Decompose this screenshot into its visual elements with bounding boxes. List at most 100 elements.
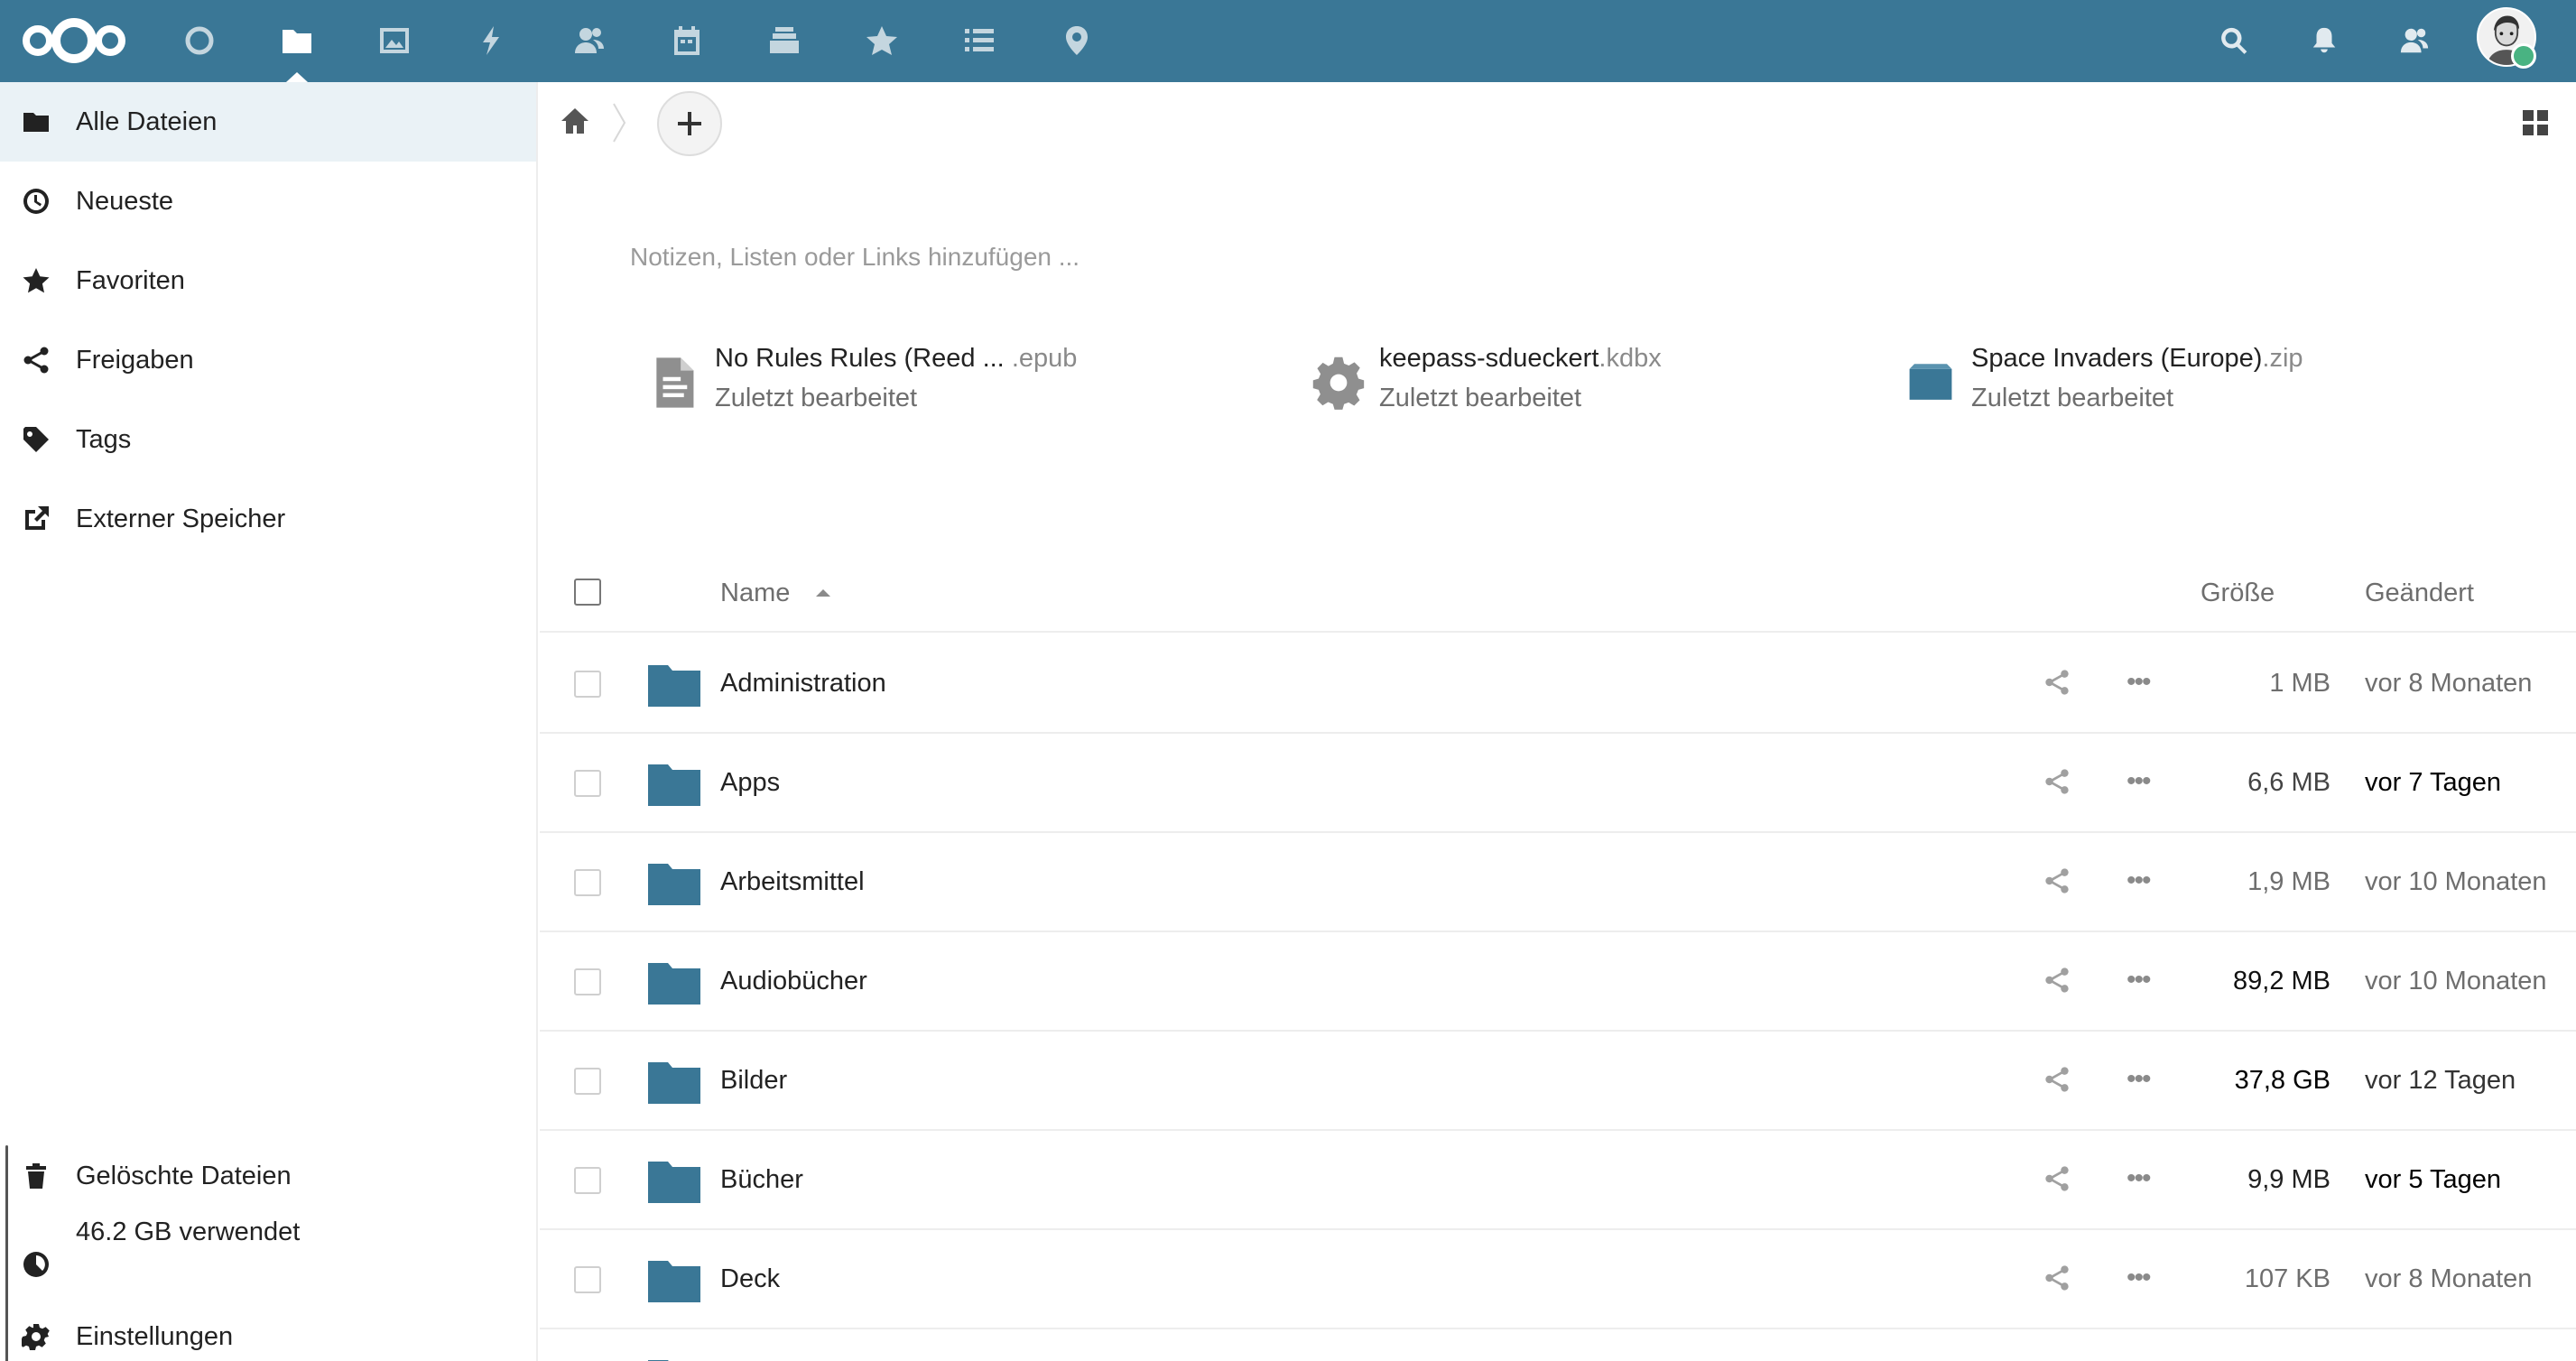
- file-size: 1 MB: [2269, 669, 2330, 698]
- folder-icon: [648, 959, 700, 1005]
- file-name[interactable]: Bilder: [720, 1066, 787, 1096]
- contacts-icon[interactable]: [565, 16, 614, 65]
- bookmarks-icon[interactable]: [857, 16, 906, 65]
- row-checkbox[interactable]: [574, 671, 601, 698]
- notifications-icon[interactable]: [2302, 18, 2347, 63]
- share-icon[interactable]: [2043, 1066, 2074, 1097]
- file-modified: vor 8 Monaten: [2365, 669, 2533, 698]
- file-modified: vor 7 Tagen: [2365, 768, 2502, 797]
- contacts-menu-icon[interactable]: [2392, 18, 2437, 63]
- file-name[interactable]: Deck: [720, 1264, 780, 1294]
- row-checkbox[interactable]: [574, 1068, 601, 1095]
- clock-icon: [20, 185, 52, 218]
- nav-item-label: Gelöschte Dateien: [76, 1161, 292, 1190]
- column-header-modified[interactable]: Geändert: [2365, 579, 2474, 608]
- recent-file[interactable]: keepass-sdueckert.kdbx Zuletzt bearbeite…: [1309, 344, 1814, 425]
- file-row[interactable]: Bilder ••• 37,8 GB vor 12 Tagen: [540, 1032, 2576, 1131]
- file-size: 107 KB: [2244, 1264, 2330, 1293]
- file-modified: vor 8 Monaten: [2365, 1264, 2533, 1293]
- more-actions-icon[interactable]: •••: [2127, 965, 2166, 995]
- activity-icon[interactable]: [468, 16, 516, 65]
- column-header-name[interactable]: Name: [720, 579, 790, 608]
- calendar-icon[interactable]: [663, 16, 711, 65]
- photos-icon[interactable]: [370, 16, 419, 65]
- select-all-checkbox[interactable]: [574, 579, 601, 606]
- trash-icon: [20, 1160, 52, 1192]
- recent-file[interactable]: No Rules Rules (Reed ... .epub Zuletzt b…: [644, 344, 1150, 425]
- nav-item-trash[interactable]: Gelöschte Dateien: [0, 1136, 536, 1216]
- recent-file-name: keepass-sdueckert.kdbx: [1379, 344, 1662, 373]
- nav-item-label: Externer Speicher: [76, 504, 286, 533]
- gear-icon: [20, 1320, 52, 1353]
- row-checkbox[interactable]: [574, 968, 601, 995]
- tasks-icon[interactable]: [955, 16, 1004, 65]
- file-row[interactable]: Arbeitsmittel ••• 1,9 MB vor 10 Monaten: [540, 833, 2576, 932]
- folder-icon: [648, 1356, 700, 1361]
- row-checkbox[interactable]: [574, 1167, 601, 1194]
- nav-item-all-files[interactable]: Alle Dateien: [0, 82, 536, 162]
- dashboard-icon[interactable]: [175, 16, 224, 65]
- file-row[interactable]: Dokumente ••• 8,1 GB vor 5 Monaten: [540, 1329, 2576, 1361]
- file-row[interactable]: Apps ••• 6,6 MB vor 7 Tagen: [540, 734, 2576, 833]
- more-actions-icon[interactable]: •••: [2127, 866, 2166, 896]
- row-checkbox[interactable]: [574, 869, 601, 896]
- folder-icon: [648, 860, 700, 905]
- gear-icon: [1309, 353, 1368, 412]
- nav-item-favorites[interactable]: Favoriten: [0, 241, 536, 320]
- search-icon[interactable]: [2211, 18, 2256, 63]
- share-icon[interactable]: [2043, 1264, 2074, 1295]
- pie-chart-icon: [20, 1248, 52, 1281]
- nav-item-external-storage[interactable]: Externer Speicher: [0, 479, 536, 559]
- file-size: 1,9 MB: [2247, 867, 2330, 896]
- share-icon[interactable]: [2043, 1165, 2074, 1196]
- home-icon[interactable]: [560, 106, 594, 140]
- file-name[interactable]: Audiobücher: [720, 967, 867, 996]
- more-actions-icon[interactable]: •••: [2127, 1064, 2166, 1095]
- external-link-icon: [20, 503, 52, 535]
- file-row[interactable]: Audiobücher ••• 89,2 MB vor 10 Monaten: [540, 932, 2576, 1032]
- deck-icon[interactable]: [760, 16, 809, 65]
- file-name[interactable]: Administration: [720, 669, 886, 699]
- file-row[interactable]: Administration ••• 1 MB vor 8 Monaten: [540, 634, 2576, 734]
- recent-file[interactable]: Space Invaders (Europe).zip Zuletzt bear…: [1901, 344, 2406, 425]
- more-actions-icon[interactable]: •••: [2127, 667, 2166, 698]
- more-actions-icon[interactable]: •••: [2127, 766, 2166, 797]
- quota-text: 46.2 GB verwendet: [76, 1217, 301, 1246]
- active-app-indicator: [286, 72, 308, 82]
- nav-item-recent[interactable]: Neueste: [0, 162, 536, 241]
- file-name[interactable]: Bücher: [720, 1165, 803, 1195]
- file-row[interactable]: Bücher ••• 9,9 MB vor 5 Tagen: [540, 1131, 2576, 1230]
- row-checkbox[interactable]: [574, 1266, 601, 1293]
- file-modified: vor 12 Tagen: [2365, 1066, 2516, 1095]
- share-icon[interactable]: [2043, 669, 2074, 699]
- nav-item-label: Einstellungen: [76, 1321, 234, 1351]
- grid-view-toggle-icon[interactable]: [2522, 109, 2551, 138]
- share-icon: [20, 344, 52, 376]
- share-icon[interactable]: [2043, 768, 2074, 799]
- nav-item-tags[interactable]: Tags: [0, 400, 536, 479]
- online-status-badge: [2511, 43, 2536, 69]
- app-navigation: Alle Dateien Neueste Favoriten Freigaben…: [0, 82, 538, 1361]
- folder-icon: [648, 761, 700, 806]
- share-icon[interactable]: [2043, 867, 2074, 898]
- file-name[interactable]: Arbeitsmittel: [720, 867, 865, 897]
- files-icon[interactable]: [273, 16, 321, 65]
- nav-item-settings[interactable]: Einstellungen: [0, 1297, 536, 1361]
- new-file-button[interactable]: [657, 91, 722, 156]
- share-icon[interactable]: [2043, 967, 2074, 997]
- column-header-size[interactable]: Größe: [2201, 579, 2275, 608]
- nextcloud-logo-icon[interactable]: [18, 11, 130, 70]
- row-checkbox[interactable]: [574, 770, 601, 797]
- top-bar: [0, 0, 2576, 82]
- maps-icon[interactable]: [1052, 16, 1101, 65]
- rich-workspace-placeholder[interactable]: Notizen, Listen oder Links hinzufügen ..…: [630, 243, 1080, 272]
- folder-icon: [648, 1257, 700, 1302]
- nav-item-shares[interactable]: Freigaben: [0, 320, 536, 400]
- more-actions-icon[interactable]: •••: [2127, 1163, 2166, 1194]
- file-row[interactable]: Deck ••• 107 KB vor 8 Monaten: [540, 1230, 2576, 1329]
- file-size: 37,8 GB: [2234, 1066, 2330, 1095]
- file-name[interactable]: Apps: [720, 768, 780, 798]
- more-actions-icon[interactable]: •••: [2127, 1263, 2166, 1293]
- sort-ascending-icon[interactable]: [816, 589, 830, 597]
- recent-file-subtitle: Zuletzt bearbeitet: [1379, 384, 1582, 412]
